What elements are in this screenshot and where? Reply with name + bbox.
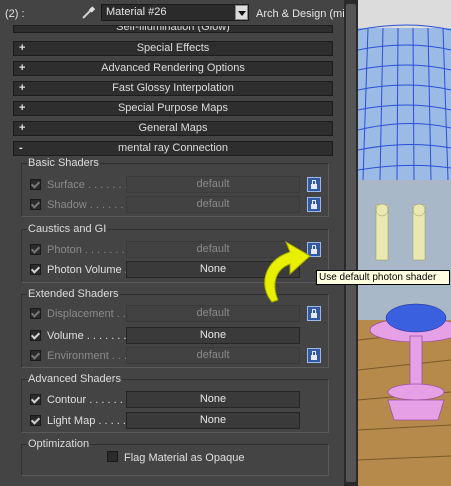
- row-label: Photon . . . . . . . .: [47, 244, 131, 256]
- expand-icon: +: [19, 102, 26, 114]
- rollup-label: Special Effects: [136, 42, 210, 54]
- rollup-mental-ray-connection[interactable]: - mental ray Connection: [13, 141, 333, 156]
- displacement-checkbox[interactable]: [30, 308, 41, 319]
- rollup-special-purpose-maps[interactable]: + Special Purpose Maps: [13, 101, 333, 116]
- expand-icon: +: [19, 122, 26, 134]
- surface-lock-icon[interactable]: [307, 177, 321, 192]
- shadow-lock-icon[interactable]: [307, 197, 321, 212]
- contour-checkbox[interactable]: [30, 394, 41, 405]
- environment-checkbox[interactable]: [30, 350, 41, 361]
- shadow-shader-button[interactable]: default: [126, 196, 300, 213]
- rollup-advanced-rendering-options[interactable]: + Advanced Rendering Options: [13, 61, 333, 76]
- expand-icon: +: [19, 42, 26, 54]
- material-name-field[interactable]: Material #26: [101, 4, 249, 21]
- rollup-label: mental ray Connection: [117, 142, 229, 154]
- eyedropper-icon[interactable]: [80, 5, 96, 21]
- surface-shader-button[interactable]: default: [126, 176, 300, 193]
- rollup-fast-glossy-interpolation[interactable]: + Fast Glossy Interpolation: [13, 81, 333, 96]
- rollup-label: Fast Glossy Interpolation: [112, 82, 234, 94]
- rollup-self-illumination[interactable]: + Self-Illumination (Glow): [13, 25, 333, 33]
- environment-shader-button[interactable]: default: [126, 347, 300, 364]
- rollup-special-effects[interactable]: + Special Effects: [13, 41, 333, 56]
- rollup-label: Self-Illumination (Glow): [116, 25, 230, 33]
- scrollbar-thumb[interactable]: [346, 4, 356, 482]
- row-label: Shadow . . . . . . . .: [47, 199, 136, 211]
- group-title-caustics-gi: Caustics and GI: [27, 223, 108, 235]
- row-label: Displacement . . .: [47, 308, 132, 320]
- volume-shader-button[interactable]: None: [126, 327, 300, 344]
- row-label: Volume . . . . . . .: [47, 330, 127, 342]
- shadow-checkbox[interactable]: [30, 199, 41, 210]
- contour-shader-button[interactable]: None: [126, 391, 300, 408]
- slot-label: (2) :: [5, 8, 25, 20]
- material-type-button[interactable]: Arch & Design (mi): [256, 8, 344, 20]
- viewport-3d[interactable]: [358, 0, 451, 486]
- collapse-icon: -: [19, 142, 23, 154]
- row-label: Photon Volume . .: [47, 264, 134, 276]
- group-title-basic-shaders: Basic Shaders: [27, 157, 100, 169]
- light-map-checkbox[interactable]: [30, 415, 41, 426]
- row-label: Light Map . . . . .: [47, 415, 126, 427]
- surface-checkbox[interactable]: [30, 179, 41, 190]
- row-label: Contour . . . . . .: [47, 394, 123, 406]
- panel-scrollbar[interactable]: [344, 0, 358, 486]
- flag-opaque-checkbox[interactable]: [107, 451, 118, 462]
- material-dropdown-button[interactable]: [235, 5, 248, 20]
- expand-icon: +: [19, 82, 26, 94]
- photon-volume-checkbox[interactable]: [30, 264, 41, 275]
- group-title-extended-shaders: Extended Shaders: [27, 288, 120, 300]
- expand-icon: +: [19, 62, 26, 74]
- group-title-advanced-shaders: Advanced Shaders: [27, 373, 122, 385]
- flag-opaque-label: Flag Material as Opaque: [124, 452, 245, 464]
- rollup-general-maps[interactable]: + General Maps: [13, 121, 333, 136]
- rollup-label: General Maps: [138, 122, 208, 134]
- volume-checkbox[interactable]: [30, 330, 41, 341]
- row-label: Surface . . . . . . . .: [47, 179, 134, 191]
- photon-checkbox[interactable]: [30, 244, 41, 255]
- environment-lock-icon[interactable]: [307, 348, 321, 363]
- row-label: Environment . . . .: [47, 350, 134, 362]
- rollup-label: Special Purpose Maps: [117, 102, 229, 114]
- tooltip: Use default photon shader: [316, 270, 450, 285]
- group-title-optimization: Optimization: [27, 438, 91, 450]
- rollup-label: Advanced Rendering Options: [101, 62, 245, 74]
- material-toolbar: (2) : Material #26 Arch & Design (mi): [0, 0, 344, 28]
- light-map-shader-button[interactable]: None: [126, 412, 300, 429]
